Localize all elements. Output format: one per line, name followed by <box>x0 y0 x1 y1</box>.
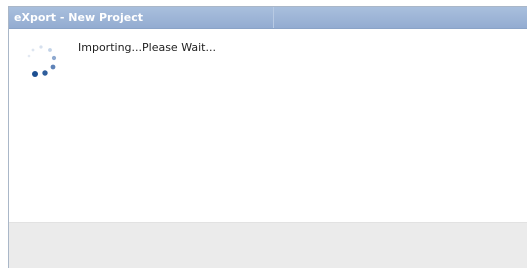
spinner-dot <box>48 48 52 52</box>
dialog-body: Importing...Please Wait... <box>9 29 527 222</box>
spinner-dot <box>50 64 56 70</box>
spinner-dot <box>31 48 35 52</box>
dialog-footer <box>9 222 527 268</box>
spinner-dot <box>42 70 48 76</box>
loading-spinner-icon <box>23 43 59 79</box>
spinner-dot <box>39 45 43 49</box>
dialog-title: eXport - New Project <box>14 11 143 24</box>
spinner-dot <box>27 54 31 58</box>
spinner-dot <box>32 71 38 77</box>
import-status-message: Importing...Please Wait... <box>78 41 216 54</box>
spinner-graphic <box>27 45 57 77</box>
dialog-titlebar[interactable]: eXport - New Project <box>9 7 527 29</box>
spinner-dot <box>51 55 57 61</box>
titlebar-divider <box>273 7 274 28</box>
import-dialog: eXport - New Project Importing...Please … <box>8 6 527 268</box>
